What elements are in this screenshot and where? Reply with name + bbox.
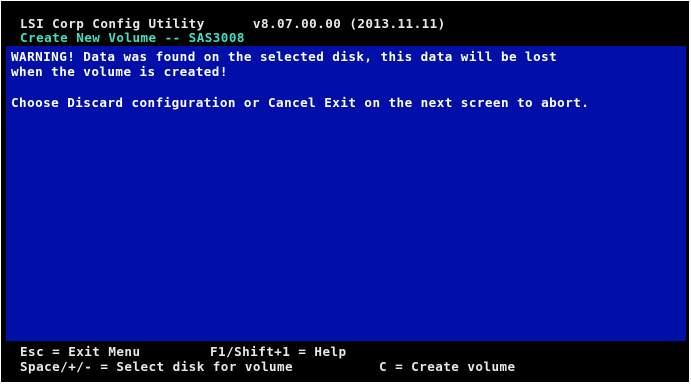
warning-message-line-1: WARNING! Data was found on the selected … bbox=[11, 49, 558, 64]
esc-exit-hint[interactable]: Esc = Exit Menu bbox=[20, 345, 140, 358]
help-key-hint[interactable]: F1/Shift+1 = Help bbox=[210, 345, 347, 358]
footer-key-hints: Esc = Exit Menu F1/Shift+1 = Help Space/… bbox=[6, 341, 686, 379]
bios-config-screen: LSI Corp Config Utility v8.07.00.00 (201… bbox=[0, 0, 691, 384]
abort-instruction: Choose Discard configuration or Cancel E… bbox=[11, 95, 590, 110]
warning-message-line-2: when the volume is created! bbox=[11, 64, 228, 79]
screen-subtitle: Create New Volume -- SAS3008 bbox=[20, 30, 245, 45]
message-panel: WARNING! Data was found on the selected … bbox=[6, 46, 686, 341]
select-disk-hint[interactable]: Space/+/- = Select disk for volume bbox=[20, 360, 293, 373]
header-bar: LSI Corp Config Utility v8.07.00.00 (201… bbox=[6, 13, 686, 47]
app-title: LSI Corp Config Utility v8.07.00.00 (201… bbox=[20, 16, 446, 31]
create-volume-hint[interactable]: C = Create volume bbox=[379, 360, 516, 373]
